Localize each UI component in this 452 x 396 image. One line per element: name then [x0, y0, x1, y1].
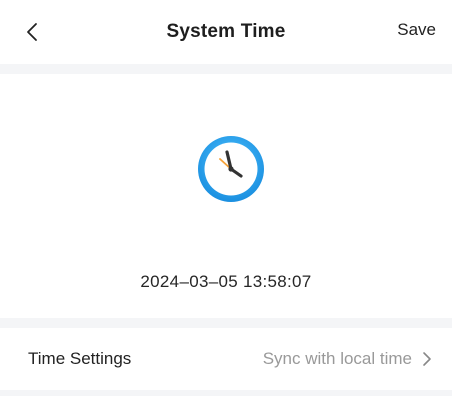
page-title: System Time	[166, 21, 286, 42]
top-bar: System Time Save	[0, 0, 452, 64]
time-settings-value: Sync with local time	[262, 349, 412, 368]
save-button[interactable]: Save	[397, 20, 436, 40]
clock-card: 2024–03–05 13:58:07	[0, 74, 452, 318]
time-settings-row[interactable]: Time Settings Sync with local time	[0, 328, 452, 390]
current-datetime: 2024–03–05 13:58:07	[140, 272, 312, 291]
time-settings-label: Time Settings	[28, 349, 132, 368]
back-button[interactable]	[18, 18, 46, 46]
clock-icon	[194, 132, 268, 206]
system-time-page: System Time Save 2024–03–05 13:58:07 Tim…	[0, 0, 452, 396]
chevron-left-icon	[27, 23, 37, 41]
chevron-right-icon	[423, 352, 431, 366]
